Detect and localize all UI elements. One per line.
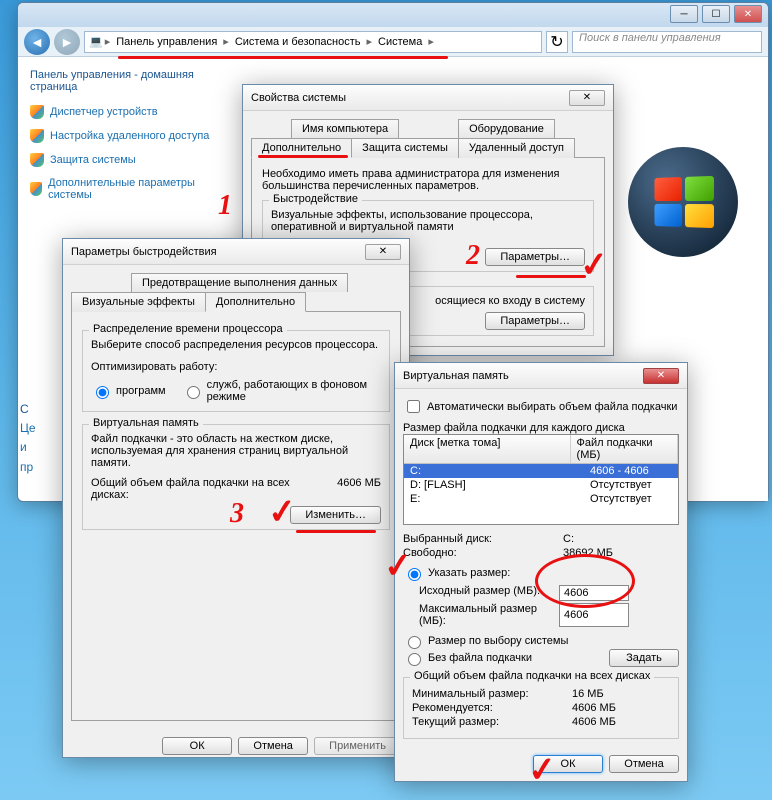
breadcrumb-icon: 💻 bbox=[89, 35, 103, 48]
breadcrumb-seg[interactable]: Система bbox=[374, 36, 426, 48]
performance-options-dialog: Параметры быстродействия ✕ Предотвращени… bbox=[62, 238, 410, 758]
radio-programs[interactable]: программ bbox=[91, 379, 166, 403]
initial-size-input[interactable] bbox=[559, 585, 629, 601]
dialog-title: Параметры быстродействия bbox=[71, 246, 217, 258]
dialog-titlebar: Свойства системы ✕ bbox=[243, 85, 613, 111]
close-icon[interactable]: ✕ bbox=[643, 368, 679, 384]
disk-row[interactable]: E:Отсутствует bbox=[404, 492, 678, 506]
virtual-memory-dialog: Виртуальная память ✕ Автоматически выбир… bbox=[394, 362, 688, 782]
cutoff-text: С Це и пр bbox=[20, 400, 36, 477]
breadcrumb[interactable]: 💻 ▸ Панель управления ▸ Система и безопа… bbox=[84, 31, 542, 53]
radio-system-managed[interactable]: Размер по выбору системы bbox=[403, 633, 679, 649]
titlebar: ─ ☐ ✕ bbox=[18, 3, 768, 27]
radio-services[interactable]: служб, работающих в фоновом режиме bbox=[182, 379, 381, 403]
disk-list[interactable]: Диск [метка тома] Файл подкачки (МБ) C:4… bbox=[403, 434, 679, 525]
breadcrumb-seg[interactable]: Панель управления bbox=[112, 36, 221, 48]
cancel-button[interactable]: Отмена bbox=[609, 755, 679, 773]
performance-settings-button[interactable]: Параметры… bbox=[485, 248, 585, 266]
close-button[interactable]: ✕ bbox=[734, 5, 762, 23]
tab-dep[interactable]: Предотвращение выполнения данных bbox=[131, 273, 348, 292]
shield-icon bbox=[30, 105, 44, 119]
search-input[interactable]: Поиск в панели управления bbox=[572, 31, 762, 53]
disk-row[interactable]: D: [FLASH]Отсутствует bbox=[404, 478, 678, 492]
scheduling-group: Распределение времени процессора Выберит… bbox=[82, 330, 390, 412]
cancel-button[interactable]: Отмена bbox=[238, 737, 308, 755]
tab-advanced[interactable]: Дополнительно bbox=[251, 138, 352, 158]
ok-button[interactable]: ОК bbox=[162, 737, 232, 755]
free-space: 38692 МБ bbox=[563, 547, 613, 559]
shield-icon bbox=[30, 153, 44, 167]
tab-protection[interactable]: Защита системы bbox=[351, 138, 459, 158]
apply-button[interactable]: Применить bbox=[314, 737, 401, 755]
nav-bar: ◄ ► 💻 ▸ Панель управления ▸ Система и бе… bbox=[18, 27, 768, 57]
minimize-button[interactable]: ─ bbox=[670, 5, 698, 23]
disk-row[interactable]: C:4606 - 4606 bbox=[404, 464, 678, 478]
maximize-button[interactable]: ☐ bbox=[702, 5, 730, 23]
windows-logo bbox=[628, 147, 738, 257]
tab-visual-effects[interactable]: Визуальные эффекты bbox=[71, 292, 206, 312]
ok-button[interactable]: ОК bbox=[533, 755, 603, 773]
tab-computer-name[interactable]: Имя компьютера bbox=[291, 119, 399, 138]
max-size-input[interactable] bbox=[559, 603, 629, 627]
selected-disk: C: bbox=[563, 533, 574, 545]
set-button[interactable]: Задать bbox=[609, 649, 679, 667]
close-icon[interactable]: ✕ bbox=[569, 90, 605, 106]
forward-button[interactable]: ► bbox=[54, 29, 80, 55]
radio-custom-size[interactable]: Указать размер: bbox=[403, 565, 679, 581]
radio-no-pagefile[interactable]: Без файла подкачки bbox=[403, 650, 532, 666]
tab-advanced[interactable]: Дополнительно bbox=[205, 292, 306, 312]
virtual-memory-group: Виртуальная память Файл подкачки - это о… bbox=[82, 424, 390, 530]
dialog-title: Виртуальная память bbox=[403, 370, 509, 382]
sidebar-device-manager[interactable]: Диспетчер устройств bbox=[30, 105, 216, 119]
dialog-titlebar: Параметры быстродействия ✕ bbox=[63, 239, 409, 265]
sidebar-protection[interactable]: Защита системы bbox=[30, 153, 216, 167]
refresh-button[interactable]: ↻ bbox=[546, 31, 568, 53]
dialog-titlebar: Виртуальная память ✕ bbox=[395, 363, 687, 389]
close-icon[interactable]: ✕ bbox=[365, 244, 401, 260]
min-size: 16 МБ bbox=[572, 688, 604, 700]
sidebar-title[interactable]: Панель управления - домашняя страница bbox=[30, 69, 216, 93]
sidebar-advanced[interactable]: Дополнительные параметры системы bbox=[30, 177, 216, 201]
dialog-title: Свойства системы bbox=[251, 92, 346, 104]
vm-total-value: 4606 МБ bbox=[337, 477, 381, 501]
shield-icon bbox=[30, 129, 44, 143]
auto-manage-checkbox[interactable]: Автоматически выбирать объем файла подка… bbox=[403, 397, 679, 416]
profiles-settings-button[interactable]: Параметры… bbox=[485, 312, 585, 330]
total-group: Общий объем файла подкачки на всех диска… bbox=[403, 677, 679, 739]
rec-size: 4606 МБ bbox=[572, 702, 616, 714]
tab-remote[interactable]: Удаленный доступ bbox=[458, 138, 575, 158]
change-vm-button[interactable]: Изменить… bbox=[290, 506, 381, 524]
cur-size: 4606 МБ bbox=[572, 716, 616, 728]
sidebar-remote[interactable]: Настройка удаленного доступа bbox=[30, 129, 216, 143]
tab-hardware[interactable]: Оборудование bbox=[458, 119, 555, 138]
breadcrumb-seg[interactable]: Система и безопасность bbox=[231, 36, 365, 48]
back-button[interactable]: ◄ bbox=[24, 29, 50, 55]
shield-icon bbox=[30, 182, 42, 196]
admin-note: Необходимо иметь права администратора дл… bbox=[262, 168, 594, 192]
